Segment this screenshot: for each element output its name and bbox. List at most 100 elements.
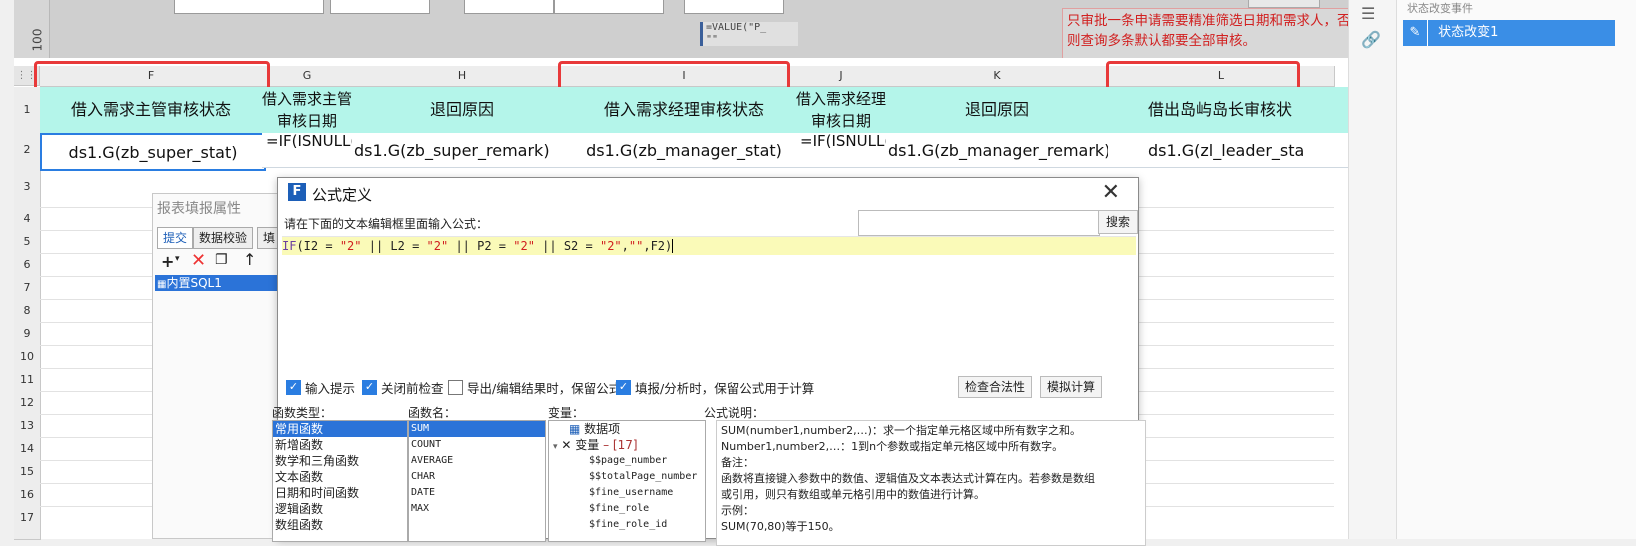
tree-item[interactable]: $fine_role — [549, 501, 705, 517]
row-header[interactable]: 16 — [14, 483, 41, 507]
list-item[interactable]: 日期和时间函数 — [273, 485, 407, 501]
row-header[interactable]: 2 — [14, 133, 41, 168]
function-type-list[interactable]: 常用函数 新增函数 数学和三角函数 文本函数 日期和时间函数 逻辑函数 数组函数 — [272, 420, 408, 542]
formula-token: "2" — [513, 239, 535, 253]
row-header[interactable]: 7 — [14, 276, 41, 300]
tab-data-validation[interactable]: 数据校验 — [193, 227, 254, 249]
tree-item[interactable]: $$page_number — [549, 453, 705, 469]
list-item[interactable]: 数组函数 — [273, 517, 407, 533]
list-item[interactable]: CHAR — [409, 469, 545, 485]
row-header[interactable]: 15 — [14, 460, 41, 484]
report-fill-properties-dialog: 报表填报属性 提交 数据校验 填 + ▾ ✕ ❐ ↑ ▦内置SQL1 — [152, 193, 282, 539]
top-button[interactable] — [1248, 0, 1320, 8]
header-cell-F1[interactable]: 借入需求主管审核状态 — [40, 87, 263, 134]
variable-tree[interactable]: ▦ 数据项 ▾ ✕ 变量 – [17] $$page_number $$tota… — [548, 420, 706, 542]
edit-icon: ✎ — [1403, 20, 1428, 46]
description-line: SUM(70,80)等于150。 — [721, 520, 840, 533]
column-header-G[interactable]: G — [262, 66, 353, 87]
list-item[interactable]: 文本函数 — [273, 469, 407, 485]
list-item[interactable]: SUM — [409, 421, 545, 437]
row-header[interactable]: 8 — [14, 299, 41, 323]
search-button[interactable]: 搜索 — [1098, 210, 1138, 234]
top-field-3[interactable] — [464, 0, 554, 14]
list-item[interactable]: 逻辑函数 — [273, 501, 407, 517]
formula-line[interactable]: IF(I2 = "2" || L2 = "2" || P2 = "2" || S… — [282, 237, 1136, 255]
function-name-list[interactable]: SUM COUNT AVERAGE CHAR DATE MAX — [408, 420, 546, 542]
row-header[interactable]: 6 — [14, 253, 41, 277]
tree-dash: – — [603, 438, 610, 452]
header-cell-L1[interactable]: 借出岛屿岛长审核状 — [1108, 87, 1375, 134]
formula-token: , — [621, 239, 629, 253]
top-field-5[interactable] — [684, 0, 784, 14]
header-cell-I1[interactable]: 借入需求经理审核状态 — [572, 87, 797, 134]
list-item[interactable]: MAX — [409, 501, 545, 517]
tree-item[interactable]: $fine_username — [549, 485, 705, 501]
list-item[interactable]: 常用函数 — [273, 421, 407, 437]
add-icon[interactable]: + — [161, 252, 174, 271]
column-header-J[interactable]: J — [796, 66, 887, 87]
variable-icon: ✕ — [561, 438, 572, 452]
list-item[interactable]: AVERAGE — [409, 453, 545, 469]
list-item[interactable]: COUNT — [409, 437, 545, 453]
function-description: SUM(number1,number2,…)：求一个指定单元格区域中所有数字之和… — [716, 420, 1146, 546]
row-header[interactable]: 10 — [14, 345, 41, 369]
close-icon[interactable]: ✕ — [1102, 180, 1120, 205]
tab-submit[interactable]: 提交 — [157, 227, 194, 249]
tree-item[interactable]: $$totalPage_number — [549, 469, 705, 485]
top-field-1[interactable] — [174, 0, 324, 14]
row-header[interactable]: 11 — [14, 368, 41, 392]
row-header[interactable]: 1 — [14, 87, 41, 134]
table-icon: ▦ — [569, 422, 581, 436]
check-validity-button[interactable]: 检查合法性 — [958, 376, 1033, 398]
link-icon[interactable]: 🔗 — [1361, 30, 1381, 49]
option-label: 关闭前检查 — [381, 381, 444, 396]
top-field-2[interactable] — [330, 0, 430, 14]
column-header-H[interactable]: H — [352, 66, 573, 87]
header-cell-K1[interactable]: 退回原因 — [886, 87, 1109, 134]
simulate-calc-button[interactable]: 模拟计算 — [1040, 376, 1103, 398]
event-item-state-change[interactable]: ✎ 状态改变1 — [1403, 20, 1615, 46]
tree-item-builtin-sql[interactable]: ▦内置SQL1 — [155, 275, 277, 291]
ruler-value: 100 — [30, 28, 45, 52]
header-cell-J1[interactable]: 借入需求经理审核日期 — [796, 87, 887, 134]
function-search-input[interactable] — [858, 210, 1100, 236]
data-cell-G2[interactable]: =IF(ISNULL(F2),"" — [262, 133, 357, 168]
data-cell-K2[interactable]: ds1.G(zb_manager_remark) — [886, 133, 1111, 168]
tree-label: 数据项 — [584, 422, 621, 436]
dropdown-icon[interactable]: ▾ — [175, 254, 180, 264]
row-header[interactable]: 14 — [14, 437, 41, 461]
list-item[interactable]: 数学和三角函数 — [273, 453, 407, 469]
tree-item[interactable]: $fine_role_id — [549, 517, 705, 533]
copy-icon[interactable]: ❐ — [215, 252, 228, 268]
data-cell-H2[interactable]: ds1.G(zb_super_remark) — [352, 133, 575, 168]
option-keep-formula-fill[interactable]: ✓ 填报/分析时，保留公式用于计算 — [616, 378, 814, 397]
row-header[interactable]: 5 — [14, 230, 41, 254]
list-item[interactable]: DATE — [409, 485, 545, 501]
column-header-K[interactable]: K — [886, 66, 1109, 87]
data-cell-I2[interactable]: ds1.G(zb_manager_stat) — [572, 133, 797, 168]
function-type-label: 函数类型： — [272, 406, 333, 420]
header-cell-G1[interactable]: 借入需求主管审核日期 — [262, 87, 353, 134]
delete-icon[interactable]: ✕ — [191, 250, 206, 271]
option-keep-formula-export[interactable]: 导出/编辑结果时，保留公式 — [448, 378, 621, 397]
tree-item-data-item[interactable]: ▦ 数据项 — [549, 421, 705, 437]
row-header[interactable]: 4 — [14, 207, 41, 231]
layers-icon[interactable]: ☰ — [1361, 4, 1375, 23]
option-check-before-close[interactable]: ✓ 关闭前检查 — [362, 378, 444, 397]
row-header[interactable]: 9 — [14, 322, 41, 346]
data-cell-J2[interactable]: =IF(ISNULL(I2),"",TODA — [796, 133, 891, 168]
tree-item-variables[interactable]: ▾ ✕ 变量 – [17] — [549, 437, 705, 453]
row-header[interactable]: 17 — [14, 506, 41, 540]
row-header[interactable]: 13 — [14, 414, 41, 438]
move-up-icon[interactable]: ↑ — [243, 250, 256, 269]
data-cell-F2[interactable]: ds1.G(zb_super_stat) — [40, 133, 266, 171]
formula-editor[interactable]: IF(I2 = "2" || L2 = "2" || P2 = "2" || S… — [282, 236, 1136, 367]
data-cell-L2[interactable]: ds1.G(zl_leader_sta — [1108, 133, 1375, 168]
header-cell-H1[interactable]: 退回原因 — [352, 87, 573, 134]
top-field-4[interactable] — [554, 0, 664, 14]
option-input-hint[interactable]: ✓ 输入提示 — [286, 378, 355, 397]
row-header[interactable]: 12 — [14, 391, 41, 415]
row-header[interactable]: 3 — [14, 167, 41, 208]
red-note: 只审批一条申请需要精准筛选日期和需求人，否则查询多条默认都要全部审核。 — [1062, 8, 1362, 60]
list-item[interactable]: 新增函数 — [273, 437, 407, 453]
